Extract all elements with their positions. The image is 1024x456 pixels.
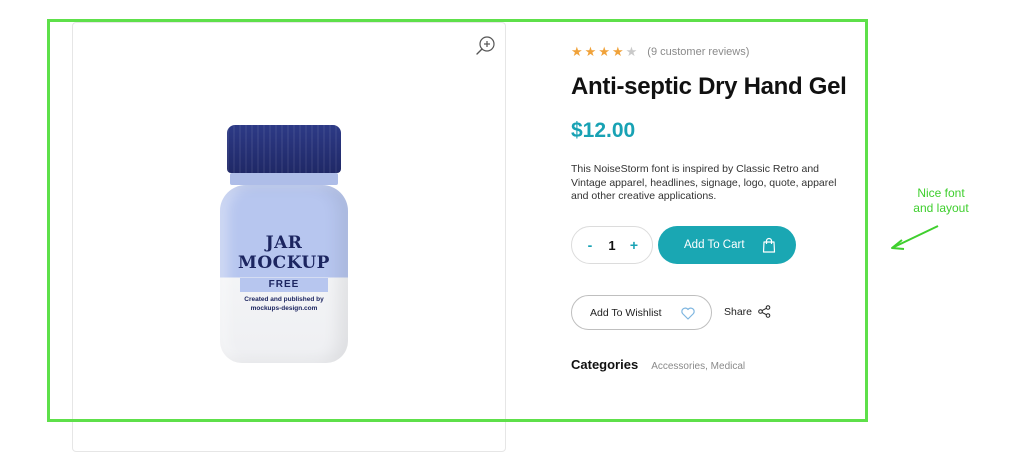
annotation-note: Nice font and layout [896, 186, 986, 216]
star-icon: ★ [598, 44, 610, 59]
add-to-cart-button[interactable]: Add To Cart [658, 226, 796, 264]
jar-label-line1: JAR [265, 233, 303, 253]
product-image: JAR MOCKUP FREE Created and published by… [220, 125, 350, 365]
category-link-medical[interactable]: Medical [711, 361, 745, 372]
annotation-arrow-icon [891, 225, 939, 250]
jar-cap [227, 125, 341, 173]
jar-label-small2: mockups-design.com [250, 305, 318, 312]
jar-label-badge: FREE [240, 278, 328, 292]
product-description: This NoiseStorm font is inspired by Clas… [571, 163, 837, 202]
product-categories: Categories Accessories, Medical [571, 357, 745, 372]
categories-label: Categories [571, 357, 639, 372]
product-page: JAR MOCKUP FREE Created and published by… [0, 0, 1024, 456]
quantity-stepper: - 1 + [571, 226, 653, 264]
add-to-wishlist-button[interactable]: Add To Wishlist [571, 295, 712, 330]
star-icon: ★ [625, 44, 638, 59]
jar-body: JAR MOCKUP FREE Created and published by… [220, 185, 348, 363]
star-icon: ★ [611, 44, 624, 59]
shopping-bag-icon [762, 237, 776, 253]
star-icon: ★ [584, 44, 597, 59]
category-link-accessories[interactable]: Accessories [651, 361, 705, 372]
jar-neck [230, 173, 338, 185]
quantity-value[interactable]: 1 [608, 238, 615, 253]
wishlist-label: Add To Wishlist [590, 306, 662, 319]
share-button[interactable]: Share [724, 305, 771, 318]
annotation-line1: Nice font [917, 186, 965, 200]
jar-label-line2: MOCKUP [238, 253, 330, 273]
quantity-decrease-button[interactable]: - [584, 237, 596, 253]
zoom-in-icon[interactable] [475, 35, 497, 57]
product-title: Anti-septic Dry Hand Gel [571, 73, 847, 100]
categories-list: Accessories, Medical [651, 361, 745, 372]
product-price: $12.00 [571, 119, 636, 142]
annotation-line2: and layout [913, 201, 969, 215]
add-to-cart-label: Add To Cart [684, 239, 745, 251]
product-rating: ★ ★ ★ ★ ★ (9 customer reviews) [571, 45, 749, 59]
quantity-increase-button[interactable]: + [628, 237, 640, 253]
product-image-card: JAR MOCKUP FREE Created and published by… [72, 22, 506, 452]
share-icon [758, 305, 771, 318]
jar-label-small1: Created and published by [244, 296, 324, 303]
star-icon: ★ [571, 44, 583, 59]
heart-icon [681, 307, 695, 320]
reviews-link[interactable]: (9 customer reviews) [647, 46, 749, 58]
share-label: Share [724, 305, 753, 318]
